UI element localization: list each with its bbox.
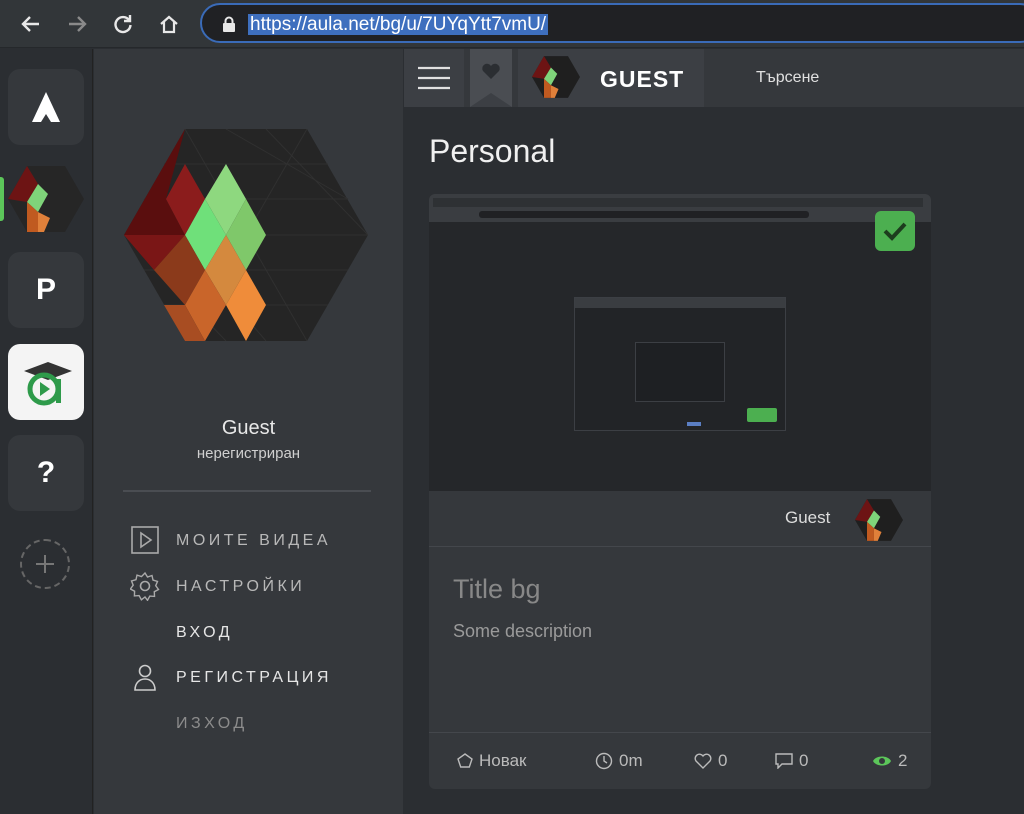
likes-count: 0: [718, 751, 728, 770]
address-bar[interactable]: https://aula.net/bg/u/7UYqYtt7vmU/: [200, 3, 1024, 43]
thumb-address: [479, 211, 809, 218]
user-icon: [134, 664, 156, 691]
menu-login[interactable]: ВХОД: [176, 624, 233, 642]
menu-register[interactable]: РЕГИСТРАЦИЯ: [176, 669, 332, 687]
video-card[interactable]: Guest Title bg Some description Новак 0m: [429, 194, 931, 789]
comments-button[interactable]: 0: [775, 751, 808, 771]
rail-app-help[interactable]: ?: [8, 435, 84, 511]
profile-avatar: [124, 129, 368, 341]
back-icon[interactable]: [16, 9, 46, 39]
play-icon: [131, 526, 159, 554]
current-user-label: GUEST: [600, 66, 685, 92]
category[interactable]: Новак: [457, 751, 526, 771]
category-label: Новак: [479, 751, 527, 770]
profile-panel: Guest нерегистриран МОИТЕ ВИДЕА НАСТРОЙК…: [94, 49, 403, 814]
browser-toolbar: https://aula.net/bg/u/7UYqYtt7vmU/: [0, 0, 1024, 48]
card-footer: Новак 0m 0 0 2: [429, 732, 931, 789]
forward-icon[interactable]: [62, 9, 92, 39]
thumb-inner-window: [574, 297, 786, 431]
views-count: 2: [898, 751, 908, 770]
menu-settings[interactable]: НАСТРОЙКИ: [176, 578, 305, 596]
views: 2: [872, 751, 907, 771]
search-label: Търсене: [756, 69, 820, 86]
video-description: Some description: [453, 621, 593, 641]
menu-icon: [418, 66, 450, 90]
video-title: Title bg: [453, 574, 541, 604]
duration-label: 0m: [619, 751, 643, 770]
main-content: GUEST Търсене Personal Guest Title bg So…: [404, 49, 1024, 814]
rail-app-classroom[interactable]: [8, 344, 84, 420]
comments-count: 0: [799, 751, 809, 770]
checkmark-icon: [883, 222, 907, 241]
home-icon[interactable]: [154, 9, 184, 39]
duration: 0m: [595, 751, 643, 771]
thumb-tab-strip: [433, 198, 923, 207]
video-thumbnail[interactable]: [429, 194, 931, 491]
eye-icon: [873, 756, 891, 766]
menu-logout[interactable]: ИЗХОД: [176, 715, 248, 733]
clock-icon: [595, 752, 613, 770]
app-rail: P ?: [0, 49, 93, 814]
selected-check[interactable]: [875, 211, 915, 251]
rail-tile-label: ?: [36, 456, 56, 489]
rail-app-p[interactable]: P: [8, 252, 84, 328]
comment-icon: [775, 753, 793, 769]
author-row: Guest: [429, 491, 931, 547]
hamburger-button[interactable]: [404, 49, 464, 107]
gear-icon: [130, 571, 160, 601]
active-indicator: [0, 177, 4, 221]
favorites-button[interactable]: [470, 49, 512, 107]
search-button[interactable]: Търсене: [710, 49, 1024, 107]
add-app-button[interactable]: [20, 539, 70, 589]
rail-app-profile[interactable]: [8, 166, 84, 232]
top-bar: GUEST Търсене: [404, 49, 1024, 107]
divider: [123, 490, 371, 492]
heart-icon: [694, 753, 712, 769]
graduation-cap-icon: [24, 362, 72, 406]
hexagon-avatar-icon: [532, 56, 580, 98]
profile-status: нерегистриран: [196, 445, 301, 462]
like-button[interactable]: 0: [694, 751, 727, 771]
page-title: Personal: [429, 133, 556, 169]
rail-app-aula[interactable]: [8, 69, 84, 145]
bookmark-heart-icon: [470, 49, 512, 107]
url-text: https://aula.net/bg/u/7UYqYtt7vmU/: [248, 14, 549, 35]
lock-icon: [222, 16, 236, 38]
reload-icon[interactable]: [108, 9, 138, 39]
profile-name: Guest: [221, 417, 276, 439]
plus-icon: [36, 555, 54, 573]
author-name: Guest: [785, 508, 831, 527]
pentagon-icon: [457, 753, 473, 768]
author-avatar[interactable]: [855, 499, 903, 541]
rail-tile-label: P: [35, 273, 56, 306]
menu-my-videos[interactable]: МОИТЕ ВИДЕА: [176, 532, 331, 550]
aula-logo-icon: [32, 92, 60, 122]
hexagon-avatar-icon: [8, 166, 84, 232]
